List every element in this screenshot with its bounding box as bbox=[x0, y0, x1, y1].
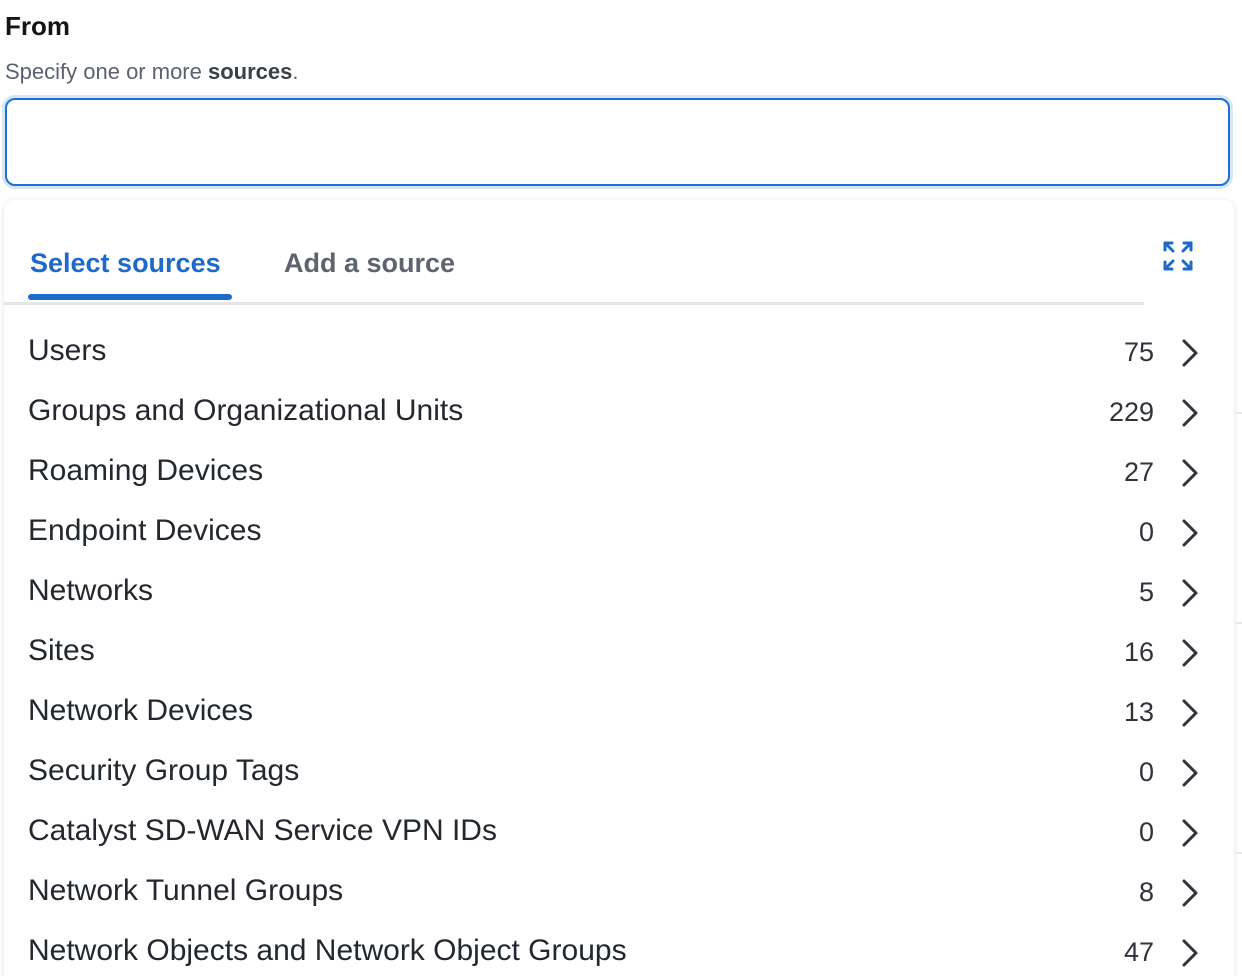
list-item[interactable]: Networks 5 bbox=[4, 562, 1234, 622]
source-label: Sites bbox=[28, 634, 95, 667]
chevron-right-icon[interactable] bbox=[1178, 397, 1202, 429]
list-item[interactable]: Catalyst SD-WAN Service VPN IDs 0 bbox=[4, 802, 1234, 862]
list-item[interactable]: Groups and Organizational Units 229 bbox=[4, 382, 1234, 442]
list-item[interactable]: Users 75 bbox=[4, 322, 1234, 382]
chevron-right-icon[interactable] bbox=[1178, 517, 1202, 549]
help-suffix: . bbox=[292, 59, 299, 84]
source-label: Network Objects and Network Object Group… bbox=[28, 934, 627, 967]
help-bold-sources: sources bbox=[207, 59, 293, 84]
source-label: Catalyst SD-WAN Service VPN IDs bbox=[28, 814, 497, 847]
list-item[interactable]: Network Devices 13 bbox=[4, 682, 1234, 742]
sources-input[interactable] bbox=[5, 98, 1230, 186]
from-field-help: Specify one or more sources. bbox=[5, 58, 299, 86]
source-count: 0 bbox=[1138, 757, 1154, 787]
chevron-right-icon[interactable] bbox=[1178, 457, 1202, 489]
sources-dropdown-panel: Select sources Add a source Users 75 Group… bbox=[4, 200, 1234, 976]
source-count: 75 bbox=[1123, 337, 1154, 367]
list-item[interactable]: Network Tunnel Groups 8 bbox=[4, 862, 1234, 922]
source-label: Networks bbox=[28, 574, 154, 607]
chevron-right-icon[interactable] bbox=[1178, 337, 1202, 369]
tab-add-a-source[interactable]: Add a source bbox=[284, 246, 455, 280]
list-item[interactable]: Roaming Devices 27 bbox=[4, 442, 1234, 502]
expand-icon[interactable] bbox=[1162, 240, 1194, 272]
chevron-right-icon[interactable] bbox=[1178, 817, 1202, 849]
list-item[interactable]: Security Group Tags 0 bbox=[4, 742, 1234, 802]
chevron-right-icon[interactable] bbox=[1178, 877, 1202, 909]
source-label: Users bbox=[28, 334, 107, 367]
source-count: 27 bbox=[1123, 457, 1154, 487]
source-label: Network Devices bbox=[28, 694, 254, 727]
tab-bar: Select sources Add a source bbox=[4, 200, 1144, 305]
chevron-right-icon[interactable] bbox=[1178, 937, 1202, 969]
chevron-right-icon[interactable] bbox=[1178, 637, 1202, 669]
list-item[interactable]: Endpoint Devices 0 bbox=[4, 502, 1234, 562]
source-label: Roaming Devices bbox=[28, 454, 264, 487]
source-label: Endpoint Devices bbox=[28, 514, 262, 547]
source-picker-page: From Specify one or more sources. Select… bbox=[0, 0, 1242, 976]
source-count: 229 bbox=[1108, 397, 1154, 427]
source-list: Users 75 Groups and Organizational Units 22… bbox=[4, 322, 1234, 976]
chevron-right-icon[interactable] bbox=[1178, 577, 1202, 609]
background-divider bbox=[1236, 852, 1242, 854]
from-field-label: From bbox=[5, 11, 70, 41]
source-label: Network Tunnel Groups bbox=[28, 874, 344, 907]
source-label: Security Group Tags bbox=[28, 754, 300, 787]
background-divider bbox=[1236, 622, 1242, 624]
source-count: 8 bbox=[1138, 877, 1154, 907]
help-prefix: Specify one or more bbox=[5, 59, 208, 84]
background-divider bbox=[1236, 412, 1242, 414]
source-count: 47 bbox=[1123, 937, 1154, 967]
tab-select-sources[interactable]: Select sources bbox=[30, 246, 221, 280]
source-count: 13 bbox=[1123, 697, 1154, 727]
chevron-right-icon[interactable] bbox=[1178, 757, 1202, 789]
source-count: 0 bbox=[1138, 817, 1154, 847]
list-item[interactable]: Sites 16 bbox=[4, 622, 1234, 682]
source-count: 5 bbox=[1138, 577, 1154, 607]
source-label: Groups and Organizational Units bbox=[28, 394, 464, 427]
active-tab-indicator bbox=[28, 294, 232, 300]
source-count: 0 bbox=[1138, 517, 1154, 547]
source-count: 16 bbox=[1123, 637, 1154, 667]
chevron-right-icon[interactable] bbox=[1178, 697, 1202, 729]
list-item[interactable]: Network Objects and Network Object Group… bbox=[4, 922, 1234, 976]
